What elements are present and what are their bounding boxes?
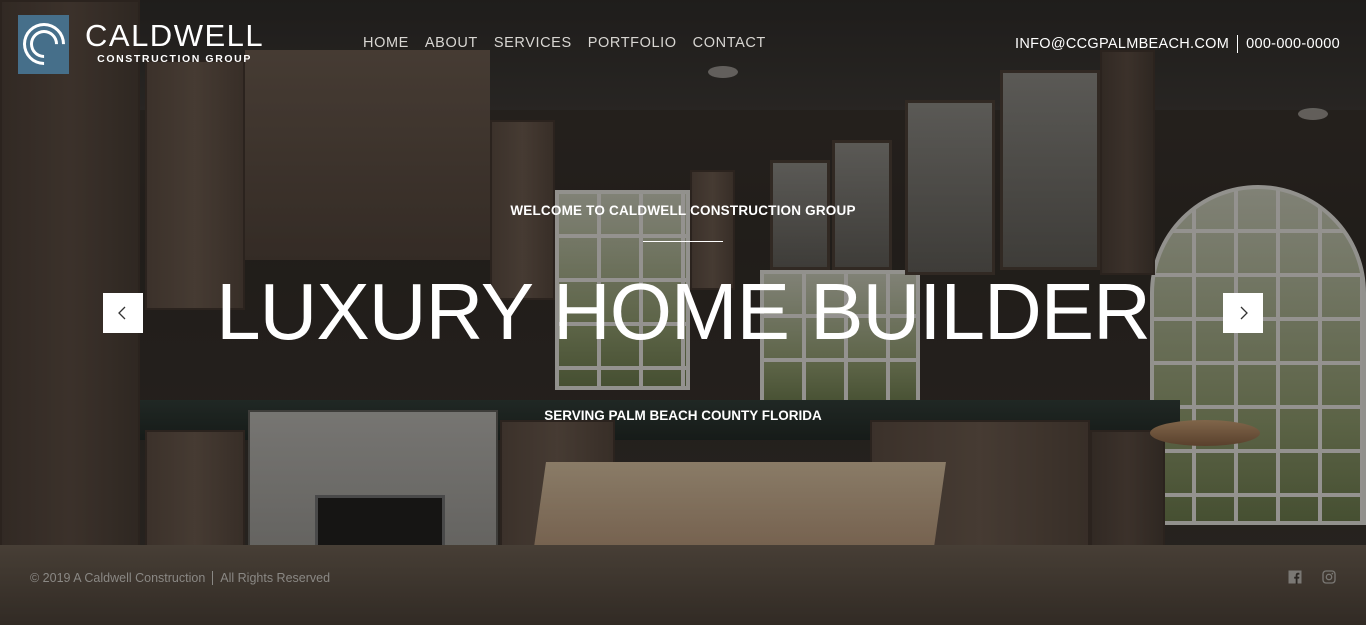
hero-title: LUXURY HOME BUILDER <box>216 267 1151 356</box>
hero-subtitle: SERVING PALM BEACH COUNTY FLORIDA <box>544 408 822 423</box>
slider-prev-button[interactable] <box>103 293 143 333</box>
nav-contact[interactable]: CONTACT <box>693 35 766 51</box>
slider-next-button[interactable] <box>1223 293 1263 333</box>
divider <box>1237 35 1239 53</box>
header-contact: INFO@CCGPALMBEACH.COM 000-000-0000 <box>1015 35 1340 53</box>
email-link[interactable]: INFO@CCGPALMBEACH.COM <box>1015 36 1229 52</box>
logo-mark-icon <box>14 14 74 74</box>
phone-link[interactable]: 000-000-0000 <box>1246 36 1340 52</box>
main-nav: HOME ABOUT SERVICES PORTFOLIO CONTACT <box>363 35 782 51</box>
logo[interactable]: CALDWELL CONSTRUCTION GROUP <box>14 14 265 74</box>
site-header: CALDWELL CONSTRUCTION GROUP HOME ABOUT S… <box>0 0 1366 90</box>
instagram-icon[interactable] <box>1322 570 1336 584</box>
nav-portfolio[interactable]: PORTFOLIO <box>588 35 677 51</box>
copyright-text: © 2019 A Caldwell Construction <box>30 571 206 585</box>
brand-tagline: CONSTRUCTION GROUP <box>97 53 252 65</box>
logo-text: CALDWELL CONSTRUCTION GROUP <box>85 18 265 65</box>
hero-kicker: WELCOME TO CALDWELL CONSTRUCTION GROUP <box>510 203 856 218</box>
rights-text: All Rights Reserved <box>220 571 331 585</box>
hero-divider <box>643 241 723 242</box>
nav-home[interactable]: HOME <box>363 35 409 51</box>
nav-about[interactable]: ABOUT <box>425 35 478 51</box>
divider <box>212 571 214 585</box>
footer-copyright: © 2019 A Caldwell Construction All Right… <box>30 571 330 585</box>
facebook-icon[interactable] <box>1288 570 1302 584</box>
brand-name: CALDWELL <box>85 18 265 53</box>
nav-services[interactable]: SERVICES <box>494 35 572 51</box>
chevron-left-icon <box>118 306 126 320</box>
chevron-right-icon <box>1240 306 1248 320</box>
